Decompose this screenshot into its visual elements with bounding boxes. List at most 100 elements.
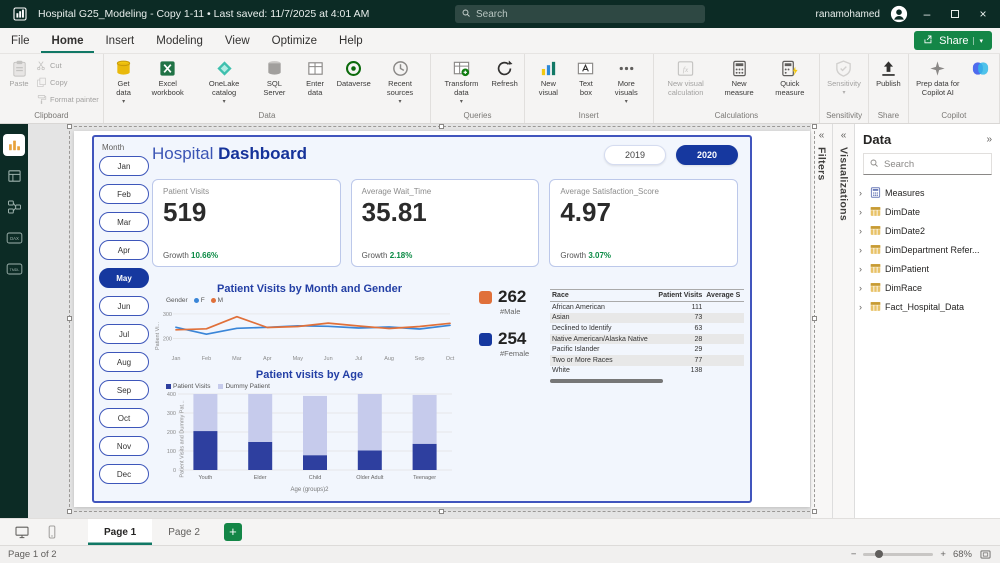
get-data-button[interactable]: Get data▾ <box>108 57 140 107</box>
race-table-visual[interactable]: RacePatient VisitsAverage S African Amer… <box>550 289 744 383</box>
mobile-layout-icon[interactable] <box>44 524 60 540</box>
menu-tab-modeling[interactable]: Modeling <box>145 28 214 53</box>
year-button-2020[interactable]: 2020 <box>676 145 738 165</box>
month-button-nov[interactable]: Nov <box>99 436 149 456</box>
copy-button[interactable]: Copy <box>36 75 99 90</box>
transform-data-button[interactable]: Transform data▾ <box>435 57 487 107</box>
column-header-average-s[interactable]: Average S <box>704 290 744 302</box>
enter-data-button[interactable]: Enter data <box>297 57 334 100</box>
cut-button[interactable]: Cut <box>36 58 99 73</box>
format-painter-button[interactable]: Format painter <box>36 92 99 107</box>
month-button-sep[interactable]: Sep <box>99 380 149 400</box>
new-visual-button[interactable]: New visual <box>529 57 568 100</box>
resize-handle[interactable] <box>439 124 444 129</box>
new-page-button[interactable]: + <box>224 523 242 541</box>
month-button-mar[interactable]: Mar <box>99 212 149 232</box>
table-row[interactable]: White138 <box>550 366 744 377</box>
table-row[interactable]: Asian73 <box>550 313 744 324</box>
table-view-button[interactable] <box>3 165 25 187</box>
minimize-button[interactable]: – <box>918 7 936 21</box>
kpi-average-wait-time[interactable]: Average Wait_Time35.81Growth 2.18% <box>351 179 540 267</box>
legend-item-patient-visits[interactable]: Patient Visits <box>166 383 210 390</box>
month-button-feb[interactable]: Feb <box>99 184 149 204</box>
zoom-slider-thumb[interactable] <box>875 550 883 558</box>
recent-sources-button[interactable]: Recent sources▾ <box>374 57 426 107</box>
field-dimdate[interactable]: ›DimDate <box>855 202 1000 221</box>
onelake-catalog-button[interactable]: OneLake catalog▾ <box>196 57 252 107</box>
month-button-aug[interactable]: Aug <box>99 352 149 372</box>
maximize-button[interactable] <box>946 7 964 21</box>
month-button-jan[interactable]: Jan <box>99 156 149 176</box>
quick-measure-button[interactable]: Quick measure <box>765 57 816 100</box>
sensitivity-button[interactable]: Sensitivity▾ <box>824 57 864 98</box>
legend-item-dummy-patient[interactable]: Dummy Patient <box>218 383 269 390</box>
dax-query-view-button[interactable]: DAX <box>3 227 25 249</box>
zoom-slider[interactable] <box>863 553 933 556</box>
kpi-patient-visits[interactable]: Patient Visits519Growth 10.66% <box>152 179 341 267</box>
fit-to-page-icon[interactable] <box>979 548 992 561</box>
menu-tab-file[interactable]: File <box>0 28 41 53</box>
titlebar-search[interactable]: Search <box>455 5 705 23</box>
tmdl-view-button[interactable]: TMDL <box>3 258 25 280</box>
table-row[interactable]: Pacific Islander29 <box>550 344 744 355</box>
new-measure-button[interactable]: New measure <box>716 57 763 100</box>
month-slicer[interactable]: Month JanFebMarAprMayJunJulAugSepOctNovD… <box>99 143 149 492</box>
data-search-input[interactable]: Search <box>863 153 992 175</box>
field-dimdate2[interactable]: ›DimDate2 <box>855 221 1000 240</box>
month-button-may[interactable]: May <box>99 268 149 288</box>
legend-item-m[interactable]: M <box>211 297 223 304</box>
new-visual-calculation-button[interactable]: fxNew visual calculation <box>658 57 714 100</box>
card-male[interactable]: 262#Male <box>479 287 543 316</box>
column-header-patient-visits[interactable]: Patient Visits <box>654 290 704 302</box>
visualizations-pane-collapsed[interactable]: « Visualizations <box>832 124 854 518</box>
month-button-apr[interactable]: Apr <box>99 240 149 260</box>
table-row[interactable]: Native American/Alaska Native28 <box>550 334 744 345</box>
menu-tab-home[interactable]: Home <box>41 28 95 53</box>
table-row[interactable]: African American111 <box>550 302 744 313</box>
resize-handle[interactable] <box>439 509 444 514</box>
bar-chart-visual[interactable]: Patient visits by Age Patient VisitsDumm… <box>152 369 467 497</box>
line-chart-visual[interactable]: Patient Visits by Month and Gender Gende… <box>152 283 467 365</box>
share-button[interactable]: Share ▾ <box>914 31 992 50</box>
report-view-button[interactable] <box>3 134 25 156</box>
table-scrollbar[interactable] <box>550 379 663 383</box>
month-button-jul[interactable]: Jul <box>99 324 149 344</box>
menu-tab-optimize[interactable]: Optimize <box>261 28 328 53</box>
prep-data-for-copilot-ai-button[interactable]: Prep data for Copilot AI <box>913 57 963 100</box>
year-button-2019[interactable]: 2019 <box>604 145 666 165</box>
excel-workbook-button[interactable]: Excel workbook <box>141 57 194 100</box>
page-tab-page-1[interactable]: Page 1 <box>88 519 152 545</box>
sql-server-button[interactable]: SQL Server <box>254 57 295 100</box>
expand-pane-icon[interactable]: « <box>819 130 825 141</box>
field-fact-hospital-data[interactable]: ›Fact_Hospital_Data <box>855 297 1000 316</box>
table-row[interactable]: Declined to Identify63 <box>550 323 744 334</box>
resize-handle[interactable] <box>67 509 72 514</box>
card-female[interactable]: 254#Female <box>479 329 543 358</box>
avatar[interactable] <box>890 5 908 23</box>
page-tab-page-2[interactable]: Page 2 <box>152 519 216 545</box>
text-box-button[interactable]: Text box <box>570 57 602 100</box>
zoom-out-button[interactable]: − <box>851 549 857 560</box>
collapse-pane-icon[interactable]: » <box>986 134 992 145</box>
expand-pane-icon[interactable]: « <box>841 130 847 141</box>
resize-handle[interactable] <box>67 316 72 321</box>
menu-tab-view[interactable]: View <box>214 28 261 53</box>
refresh-button[interactable]: Refresh <box>490 57 520 91</box>
copilot-button[interactable] <box>965 57 995 80</box>
resize-handle[interactable] <box>67 124 72 129</box>
table-row[interactable]: Two or More Races77 <box>550 355 744 366</box>
dataverse-button[interactable]: Dataverse <box>335 57 371 91</box>
paste-button[interactable]: Paste <box>4 57 34 91</box>
month-button-dec[interactable]: Dec <box>99 464 149 484</box>
field-dimdepartment-refer[interactable]: ›DimDepartment Refer... <box>855 240 1000 259</box>
desktop-layout-icon[interactable] <box>14 524 30 540</box>
column-header-race[interactable]: Race <box>550 290 654 302</box>
menu-tab-help[interactable]: Help <box>328 28 374 53</box>
legend-item-f[interactable]: F <box>194 297 205 304</box>
close-button[interactable]: × <box>974 7 992 21</box>
field-dimrace[interactable]: ›DimRace <box>855 278 1000 297</box>
report-page[interactable]: Month JanFebMarAprMayJunJulAugSepOctNovD… <box>74 131 810 507</box>
user-name[interactable]: ranamohamed <box>816 9 880 20</box>
model-view-button[interactable] <box>3 196 25 218</box>
month-button-oct[interactable]: Oct <box>99 408 149 428</box>
